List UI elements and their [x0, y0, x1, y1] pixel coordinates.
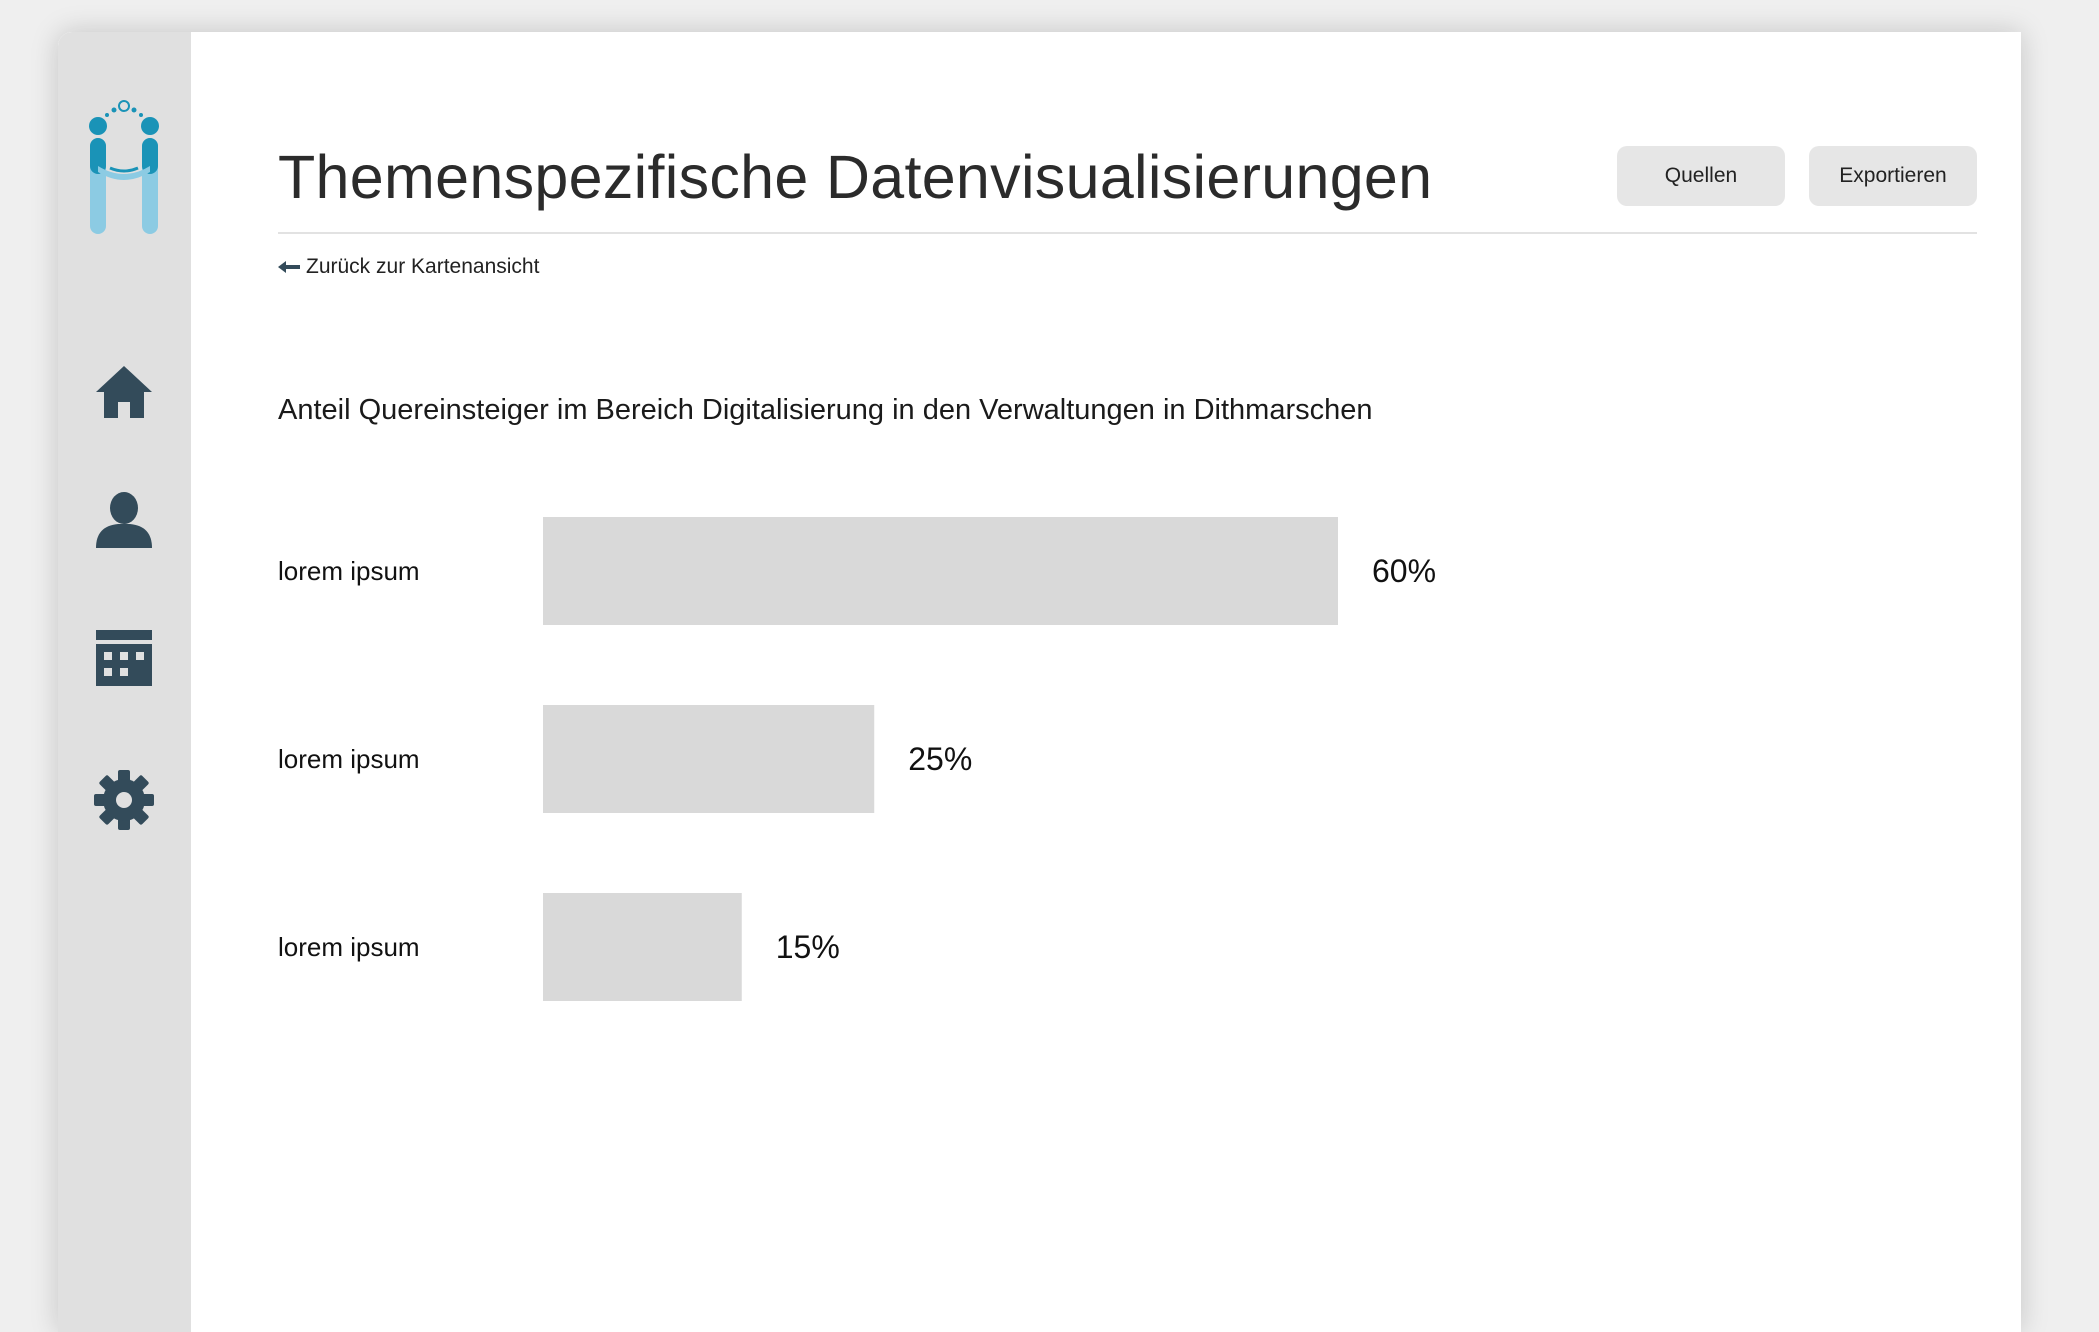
gear-icon[interactable] [92, 768, 156, 832]
main-content: Themenspezifische Datenvisualisierungen … [191, 32, 2021, 1332]
page-title: Themenspezifische Datenvisualisierungen [278, 143, 1433, 211]
bar [543, 517, 1338, 625]
home-icon[interactable] [92, 360, 156, 424]
category-label: lorem ipsum [278, 556, 420, 586]
header-divider [278, 232, 1977, 234]
back-link-label: Zurück zur Kartenansicht [306, 255, 540, 278]
sidebar [58, 32, 191, 1332]
category-label: lorem ipsum [278, 744, 420, 774]
value-label: 15% [776, 929, 840, 965]
bar [543, 705, 875, 813]
bar [543, 893, 742, 1001]
sources-button[interactable]: Quellen [1617, 146, 1785, 206]
export-button[interactable]: Exportieren [1809, 146, 1977, 206]
value-label: 60% [1372, 553, 1436, 589]
app-logo [84, 98, 164, 238]
category-label: lorem ipsum [278, 932, 420, 962]
bar-chart: lorem ipsum 60% lorem ipsum 25% lorem ipsum 1… [278, 517, 1436, 1001]
chart-title: Anteil Quereinsteiger im Bereich Digital… [278, 394, 1373, 426]
arrow-left-icon [278, 261, 300, 273]
calendar-icon[interactable] [92, 626, 156, 690]
value-label: 25% [908, 741, 972, 777]
app-window: Themenspezifische Datenvisualisierungen … [58, 32, 2021, 1332]
user-icon[interactable] [92, 488, 156, 552]
back-to-map-link[interactable]: Zurück zur Kartenansicht [278, 252, 539, 282]
